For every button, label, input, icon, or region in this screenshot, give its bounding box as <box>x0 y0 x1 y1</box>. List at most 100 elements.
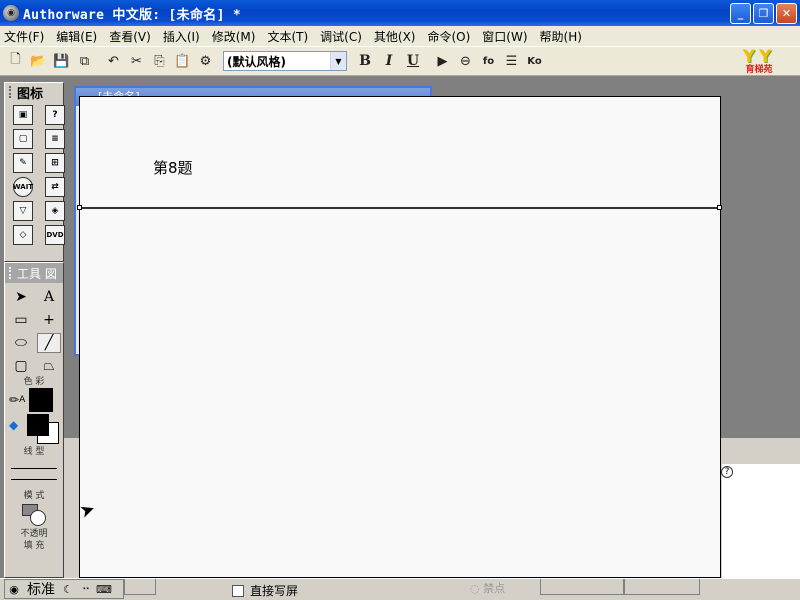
underline-button[interactable]: U <box>401 50 425 72</box>
copy-icon[interactable]: ⎘ <box>148 50 171 72</box>
menu-view[interactable]: 查看(V) <box>109 28 151 45</box>
menu-xtras[interactable]: 其他(X) <box>374 28 416 45</box>
erase-icon[interactable]: ✎ <box>13 153 33 173</box>
pointer-tool-icon[interactable]: ➤ <box>9 287 33 307</box>
undo-icon[interactable]: ↶ <box>102 50 125 72</box>
color-section-label: 色 彩 <box>23 377 45 387</box>
mode-value: 不透明 <box>20 529 48 539</box>
restart-icon[interactable]: ▶ <box>431 50 454 72</box>
menu-text[interactable]: 文本(T) <box>267 28 308 45</box>
dvd-icon[interactable]: DVD <box>45 225 65 245</box>
fill-color-row: ◆ <box>5 412 63 446</box>
interaction-icon[interactable]: ? <box>45 105 65 125</box>
map-icon[interactable]: ◇ <box>13 225 33 245</box>
new-file-icon[interactable]: 🗋 <box>4 50 27 72</box>
mode-text: 标准 <box>27 582 55 598</box>
find-icon[interactable]: ⚙ <box>194 50 217 72</box>
control-panel-icon[interactable]: ⊖ <box>454 50 477 72</box>
bold-button[interactable]: B <box>353 50 377 72</box>
menu-insert[interactable]: 插入(I) <box>163 28 200 45</box>
ellipse-tool-icon[interactable]: ⬭ <box>9 333 33 353</box>
line-style-thin[interactable] <box>11 468 57 469</box>
tools-palette-header[interactable]: 工具 図 <box>5 263 63 283</box>
italic-button[interactable]: I <box>377 50 401 72</box>
line-style-medium[interactable] <box>11 479 57 480</box>
icon-palette-title: 图标 <box>17 86 44 102</box>
window-controls: _ ❐ ✕ <box>730 3 797 24</box>
tools-grid: ➤ A ▭ + ⬭ ╱ ▢ ⏢ <box>5 283 63 376</box>
moon-icon[interactable]: ☾ <box>59 580 77 598</box>
toolbar: 🗋 📂 💾 ⧉ ↶ ✂ ⎘ 📋 ⚙ (默认风格) ▼ B I U ▶ ⊖ fo … <box>0 46 800 76</box>
presentation-window[interactable]: 第8题 <box>77 96 722 578</box>
tools-palette-title: 工具 図 <box>17 266 57 281</box>
variables-icon[interactable]: ☰ <box>500 50 523 72</box>
pencil-icon: ✏ <box>9 393 20 407</box>
menu-control[interactable]: 调试(C) <box>320 28 362 45</box>
maximize-button[interactable]: ❐ <box>753 3 774 24</box>
status-field <box>624 579 700 595</box>
lines-section-label: 线 型 <box>23 447 45 457</box>
crosshair-tool-icon[interactable]: + <box>37 310 61 330</box>
mode-selector[interactable]: ◉ 标准 ☾ ⠒ ⌨ <box>4 579 124 599</box>
wait-icon[interactable]: WAIT <box>13 177 33 197</box>
decision-icon[interactable]: ≡ <box>45 129 65 149</box>
line-handle-right[interactable] <box>717 205 722 210</box>
direct-write-option[interactable]: 直接写屏 <box>232 582 298 599</box>
anchor-option: ◌ 禁点 <box>470 582 506 595</box>
menu-help[interactable]: 帮助(H) <box>540 28 582 45</box>
stroke-color-swatch[interactable] <box>29 388 54 412</box>
display-icon[interactable]: ▣ <box>13 105 33 125</box>
chevron-down-icon[interactable]: ▼ <box>330 52 346 70</box>
text-color-icon: A <box>19 395 26 405</box>
stroke-color-row: ✏ A <box>5 388 63 412</box>
paste-icon[interactable]: 📋 <box>171 50 194 72</box>
knowledge-objects-icon[interactable]: Ko <box>523 50 546 72</box>
authorware-app-icon[interactable]: ◉ <box>3 5 19 21</box>
mode-section-label: 模 式 <box>23 491 45 501</box>
grip-icon <box>9 267 13 279</box>
line-tool-icon[interactable]: ╱ <box>37 333 61 353</box>
menu-edit[interactable]: 编辑(E) <box>56 28 97 45</box>
import-icon[interactable]: ⧉ <box>73 50 96 72</box>
polygon-tool-icon[interactable]: ⏢ <box>37 356 61 376</box>
menu-commands[interactable]: 命令(O) <box>427 28 470 45</box>
framework-icon[interactable]: ⇄ <box>45 177 65 197</box>
help-icon[interactable]: ? <box>721 466 733 478</box>
text-style-value: (默认风格) <box>227 54 286 69</box>
movie-icon[interactable]: ▽ <box>13 201 33 221</box>
opaque-mode-icon[interactable] <box>20 504 48 528</box>
icon-palette: 图标 ▣ ? ▢ ≡ ✎ ⊞ WAIT ⇄ ▽ ◈ ◇ DVD <box>4 82 65 262</box>
foreground-color-swatch[interactable] <box>27 414 49 436</box>
text-style-select[interactable]: (默认风格) ▼ <box>223 51 347 71</box>
rounded-rectangle-tool-icon[interactable]: ▢ <box>9 356 33 376</box>
navigate-icon[interactable]: ⊞ <box>45 153 65 173</box>
save-all-icon[interactable]: 💾 <box>50 50 73 72</box>
open-file-icon[interactable]: 📂 <box>27 50 50 72</box>
close-button[interactable]: ✕ <box>776 3 797 24</box>
functions-icon[interactable]: fo <box>477 50 500 72</box>
sound-icon[interactable]: ◈ <box>45 201 65 221</box>
menu-modify[interactable]: 修改(M) <box>212 28 256 45</box>
direct-write-label: 直接写屏 <box>250 584 299 598</box>
direct-write-checkbox[interactable] <box>232 584 244 597</box>
rectangle-tool-icon[interactable]: ▭ <box>9 310 33 330</box>
paint-bucket-icon: ◆ <box>9 418 19 432</box>
grip-icon <box>9 86 13 98</box>
minimize-button[interactable]: _ <box>730 3 751 24</box>
menu-window[interactable]: 窗口(W) <box>482 28 527 45</box>
divider-line[interactable] <box>80 207 720 209</box>
icon-grid: ▣ ? ▢ ≡ ✎ ⊞ WAIT ⇄ ▽ ◈ ◇ DVD <box>5 101 65 245</box>
status-bar: ◉ 标准 ☾ ⠒ ⌨ 直接写屏 ◌ 禁点 <box>0 578 800 600</box>
window-title: Authorware 中文版: [未命名] * <box>23 7 241 23</box>
question-title[interactable]: 第8题 <box>153 157 193 178</box>
calculation-icon[interactable]: ▢ <box>13 129 33 149</box>
keyboard-icon[interactable]: ⌨ <box>95 580 113 598</box>
menu-bar: 文件(F) 编辑(E) 查看(V) 插入(I) 修改(M) 文本(T) 调试(C… <box>0 26 800 46</box>
cut-icon[interactable]: ✂ <box>125 50 148 72</box>
icon-palette-header[interactable]: 图标 <box>5 83 63 102</box>
dots-icon[interactable]: ⠒ <box>77 580 95 598</box>
status-field <box>540 579 624 595</box>
line-handle-left[interactable] <box>77 205 82 210</box>
menu-file[interactable]: 文件(F) <box>4 28 44 45</box>
text-tool-icon[interactable]: A <box>37 287 61 307</box>
